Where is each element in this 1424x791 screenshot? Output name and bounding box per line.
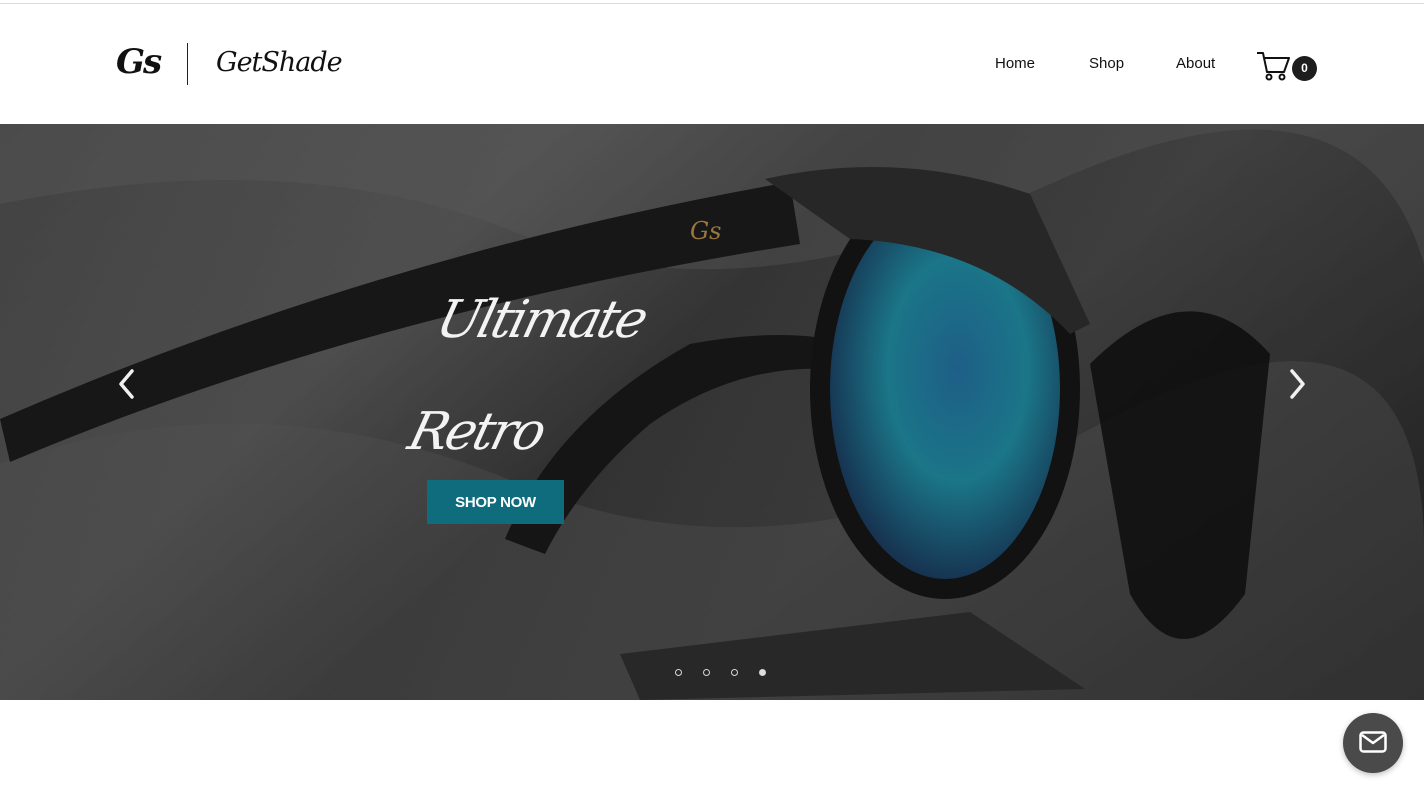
site-header: Gs GetShade Home Shop About 0 <box>0 4 1424 124</box>
nav-about-link[interactable]: About <box>1176 55 1215 72</box>
brand-wordmark[interactable]: GetShade <box>216 47 343 78</box>
carousel-dot-2[interactable] <box>703 669 710 676</box>
nav-home-link[interactable]: Home <box>995 55 1035 72</box>
chevron-right-icon[interactable] <box>1288 368 1308 400</box>
mail-icon <box>1359 731 1387 753</box>
carousel-dot-1[interactable] <box>675 669 682 676</box>
shop-now-button[interactable]: SHOP NOW <box>427 480 564 524</box>
chevron-left-icon[interactable] <box>116 368 136 400</box>
nav-shop-link[interactable]: Shop <box>1089 55 1124 72</box>
carousel-dot-4[interactable] <box>759 669 766 676</box>
hero-headline-line-2: Retro <box>402 402 550 462</box>
hero-overlay <box>0 124 1424 700</box>
brand-monogram[interactable]: Gs <box>116 42 162 82</box>
cart-count-badge: 0 <box>1292 56 1317 81</box>
carousel-pagination <box>675 669 775 681</box>
contact-chat-button[interactable] <box>1343 713 1403 773</box>
carousel-dot-3[interactable] <box>731 669 738 676</box>
shopping-cart-icon[interactable] <box>1256 50 1292 82</box>
hero-headline-line-1: Ultimate <box>430 290 652 350</box>
logo-divider <box>187 43 188 85</box>
hero-carousel: Gs Ultimate Retro SHOP NOW <box>0 124 1424 700</box>
